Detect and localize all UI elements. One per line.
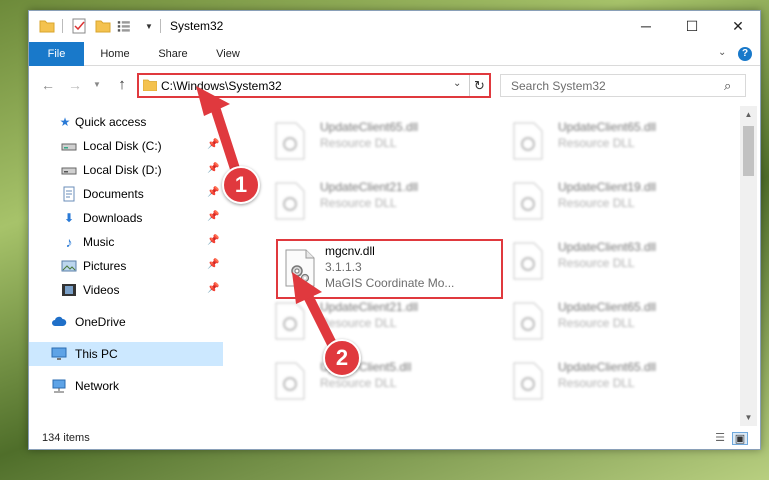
- annotation-arrows: [196, 86, 339, 353]
- annotation-arrow-1: [196, 86, 243, 183]
- step-badge-2: 2: [323, 339, 361, 377]
- step-badge-1: 1: [222, 166, 260, 204]
- annotation-arrow-2: [292, 272, 339, 353]
